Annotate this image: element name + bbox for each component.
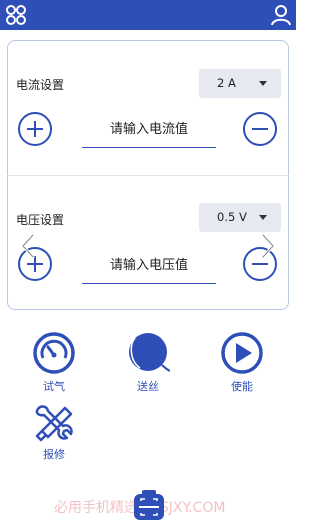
wire-spool-icon (129, 333, 170, 372)
current-unit-value: 2 A (217, 76, 236, 90)
current-unit-select[interactable]: 2 A (199, 69, 281, 98)
wire-feed-label: 送丝 (137, 380, 159, 393)
enable-label: 使能 (231, 380, 253, 393)
chevron-down-icon (259, 81, 267, 86)
repair-button[interactable]: 报修 (24, 403, 84, 462)
current-increase-button[interactable] (17, 111, 53, 147)
top-bar (0, 0, 296, 30)
play-icon (221, 332, 263, 374)
voltage-input[interactable]: 请输入电压值 (82, 256, 216, 284)
user-profile-icon[interactable] (269, 3, 293, 27)
repair-tools-icon (35, 405, 73, 442)
gas-test-button[interactable]: 试气 (24, 331, 84, 394)
current-setting-label: 电流设置 (16, 78, 65, 92)
section-divider (7, 175, 289, 176)
scan-icon[interactable] (132, 488, 166, 524)
chevron-right-icon[interactable] (260, 232, 276, 260)
current-decrease-button[interactable] (242, 111, 278, 147)
apps-grid-icon[interactable] (4, 3, 28, 27)
current-input[interactable]: 请输入电流值 (82, 120, 216, 148)
chevron-left-icon[interactable] (20, 232, 36, 260)
repair-label: 报修 (43, 448, 65, 461)
wire-feed-button[interactable]: 送丝 (118, 331, 178, 394)
gas-test-label: 试气 (43, 380, 65, 393)
chevron-down-icon (259, 215, 267, 220)
gauge-icon (33, 332, 75, 374)
voltage-setting-label: 电压设置 (16, 213, 65, 227)
enable-button[interactable]: 使能 (212, 331, 272, 394)
voltage-unit-select[interactable]: 0.5 V (199, 203, 281, 232)
voltage-unit-value: 0.5 V (217, 210, 247, 224)
